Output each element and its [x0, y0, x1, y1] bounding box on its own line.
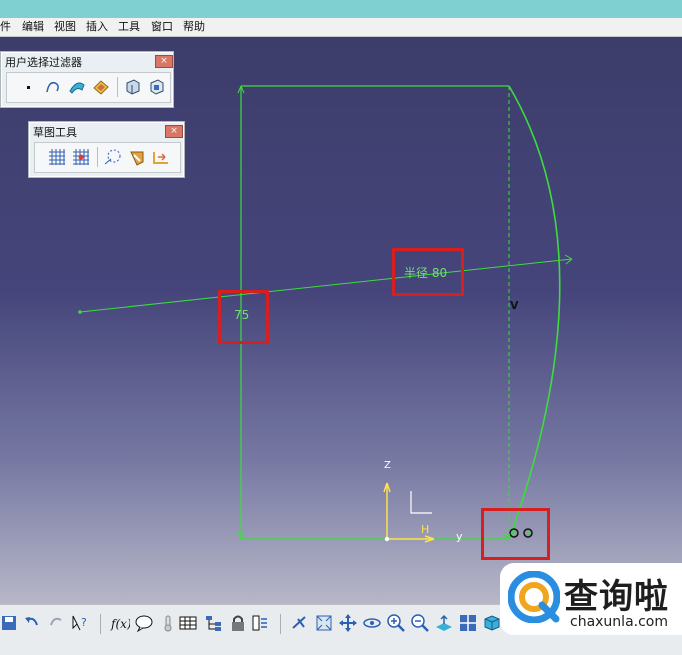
multi-view-icon[interactable]: [458, 613, 478, 633]
close-icon[interactable]: ×: [155, 55, 173, 68]
menu-file[interactable]: 件: [0, 20, 11, 34]
watermark-logo-icon: [508, 571, 560, 623]
toolbar-title: 用户选择过滤器: [5, 56, 82, 69]
undo-icon[interactable]: [22, 613, 42, 633]
sketch-tools-toolbar: 草图工具 ×: [28, 121, 185, 178]
fly-icon[interactable]: [290, 613, 310, 633]
pan-icon[interactable]: [338, 613, 358, 633]
surface-filter-icon[interactable]: [67, 77, 87, 97]
normal-view-icon[interactable]: [434, 613, 454, 633]
title-bar-strip: [0, 0, 682, 18]
tree-icon[interactable]: [204, 613, 224, 633]
close-icon[interactable]: ×: [165, 125, 183, 138]
iso-view-icon[interactable]: [482, 613, 502, 633]
menu-edit[interactable]: 编辑: [22, 20, 44, 34]
toolbar-title: 草图工具: [33, 126, 77, 139]
sketch-canvas[interactable]: 半径 80 75 Z H y V 用户选择过滤器 × 草图工具 ×: [0, 37, 682, 604]
separator: [100, 614, 101, 634]
curve-filter-icon[interactable]: [43, 77, 63, 97]
dimensional-constraints-icon[interactable]: [151, 147, 171, 167]
formula-icon[interactable]: f(x): [110, 613, 132, 633]
menu-bar: 件 编辑 视图 插入 工具 窗口 帮助: [0, 18, 682, 37]
fit-all-icon[interactable]: [314, 613, 334, 633]
menu-insert[interactable]: 插入: [86, 20, 108, 34]
param-icon[interactable]: [250, 613, 270, 633]
bottom-toolbar: ? f(x): [0, 611, 520, 639]
toolbar-button-row: [6, 72, 171, 103]
user-selection-filter-toolbar: 用户选择过滤器 ×: [0, 51, 174, 108]
z-axis-label: Z: [384, 460, 391, 471]
watermark: 查询啦 chaxunla.com: [500, 563, 682, 635]
separator: [117, 77, 118, 97]
y-axis-label: y: [456, 530, 463, 543]
snap-to-point-icon[interactable]: [71, 147, 91, 167]
grid-icon[interactable]: [47, 147, 67, 167]
feature-element-filter-icon[interactable]: [147, 77, 167, 97]
redo-icon[interactable]: [46, 613, 66, 633]
zoom-in-icon[interactable]: [386, 613, 406, 633]
save-icon[interactable]: [0, 613, 20, 633]
svg-text:f(x): f(x): [110, 617, 130, 631]
geometric-constraints-icon[interactable]: [127, 147, 147, 167]
lock-icon[interactable]: [228, 613, 248, 633]
radius-dimension-line[interactable]: [79, 258, 573, 313]
table-icon[interactable]: [178, 613, 198, 633]
comment-icon[interactable]: [134, 613, 154, 633]
svg-text:?: ?: [81, 616, 87, 629]
toolbar-button-row: [34, 142, 181, 173]
volume-filter-icon[interactable]: [91, 77, 111, 97]
whats-this-icon[interactable]: ?: [70, 613, 90, 633]
construction-element-icon[interactable]: [103, 147, 123, 167]
origin-point[interactable]: [384, 536, 390, 542]
h-axis-label: H: [421, 523, 430, 536]
radius-center-point[interactable]: [78, 310, 82, 314]
menu-help[interactable]: 帮助: [183, 20, 205, 34]
geometric-element-filter-icon[interactable]: [123, 77, 143, 97]
menu-window[interactable]: 窗口: [151, 20, 173, 34]
separator: [97, 147, 98, 167]
zoom-out-icon[interactable]: [410, 613, 430, 633]
plane-indicator: [410, 491, 432, 514]
menu-view[interactable]: 视图: [54, 20, 76, 34]
rotate-icon[interactable]: [362, 613, 382, 633]
point-filter-icon[interactable]: [19, 77, 39, 97]
endpoint-highlight-box: [481, 508, 550, 560]
watermark-url: chaxunla.com: [570, 614, 668, 630]
radius-highlight-box: [392, 248, 464, 296]
dimension-highlight-box: [218, 290, 269, 344]
menu-tools[interactable]: 工具: [118, 20, 140, 34]
separator: [280, 614, 281, 634]
watermark-main-text: 查询啦: [564, 577, 669, 617]
v-constraint-label: V: [510, 299, 519, 312]
thermometer-icon[interactable]: [158, 613, 178, 633]
